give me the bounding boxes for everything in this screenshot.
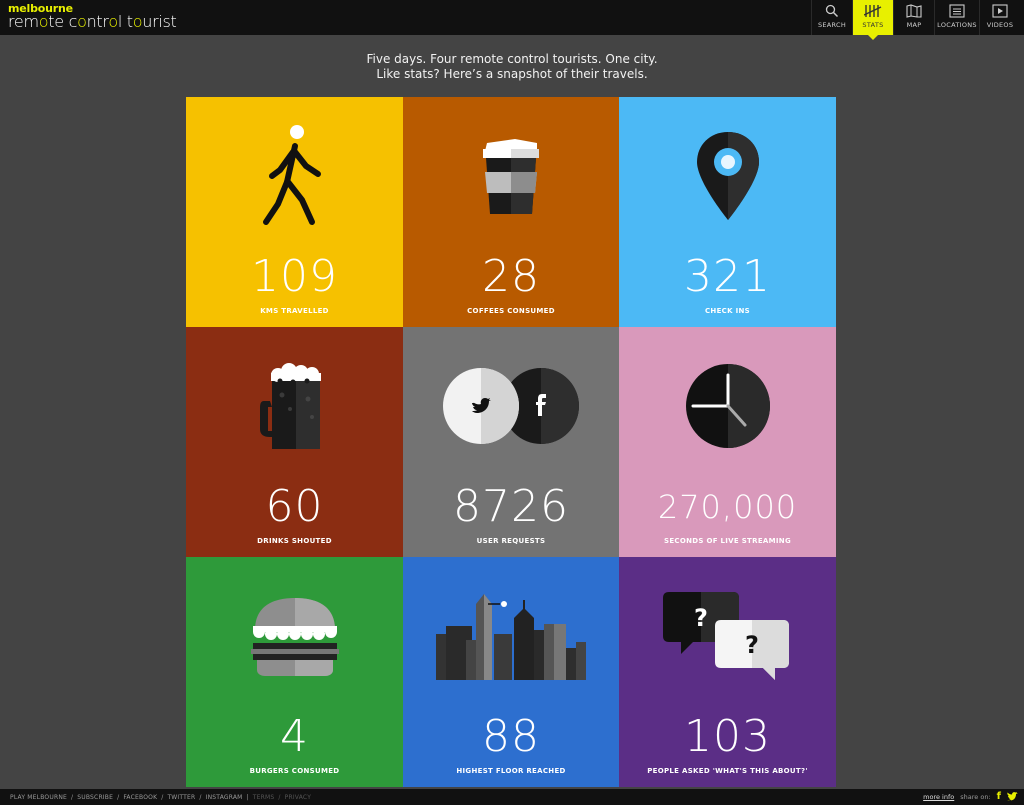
stat-value: 109 bbox=[251, 251, 338, 302]
logo-title: remote control tourist bbox=[8, 12, 177, 31]
stat-caption: KMS TRAVELLED bbox=[260, 307, 329, 315]
stat-caption: HIGHEST FLOOR REACHED bbox=[456, 767, 566, 775]
stat-tile-drinks: 60 DRINKS SHOUTED bbox=[186, 327, 403, 557]
list-icon bbox=[949, 4, 965, 18]
svg-text:?: ? bbox=[694, 604, 708, 632]
footer-share: more info share on: f bbox=[923, 791, 1018, 802]
stat-caption: USER REQUESTS bbox=[476, 537, 546, 545]
stat-tile-kms: 109 KMS TRAVELLED bbox=[186, 97, 403, 327]
footer: PLAY MELBOURNE / SUBSCRIBE / FACEBOOK / TWI… bbox=[0, 789, 1024, 805]
stats-icon bbox=[864, 5, 882, 17]
stat-tile-checkins: 321 CHECK INS bbox=[619, 97, 836, 327]
question-bubbles-icon: ? ? bbox=[662, 592, 789, 680]
svg-text:?: ? bbox=[745, 631, 759, 659]
stat-tile-highest-floor: 88 HIGHEST FLOOR REACHED bbox=[403, 557, 619, 787]
site-logo[interactable]: melbourne remote control tourist bbox=[8, 3, 177, 30]
stat-tile-people-asked: ? ? 103 PEOPLE ASKED 'WHAT'S THIS ABOUT?… bbox=[619, 557, 836, 787]
stat-value: 88 bbox=[482, 711, 540, 762]
stat-value: 4 bbox=[280, 711, 309, 762]
stat-value: 60 bbox=[265, 481, 324, 532]
stat-tile-coffees: 28 COFFEES CONSUMED bbox=[403, 97, 619, 327]
main-nav: SEARCH STATS MAP LOCATIONS VIDEOS bbox=[811, 0, 1020, 40]
play-icon bbox=[992, 4, 1008, 18]
footer-link-play[interactable]: PLAY MELBOURNE bbox=[10, 794, 67, 801]
stat-caption: PEOPLE ASKED 'WHAT'S THIS ABOUT?' bbox=[647, 767, 808, 775]
nav-videos[interactable]: VIDEOS bbox=[980, 0, 1020, 35]
twitter-facebook-icon bbox=[443, 368, 579, 444]
intro-line-2: Like stats? Here’s a snapshot of their t… bbox=[376, 67, 648, 81]
beer-mug-icon bbox=[259, 363, 321, 449]
intro-line-1: Five days. Four remote control tourists.… bbox=[366, 52, 658, 66]
coffee-cup-icon bbox=[483, 139, 539, 214]
nav-locations-label: LOCATIONS bbox=[937, 21, 977, 29]
nav-locations[interactable]: LOCATIONS bbox=[935, 0, 979, 35]
footer-links: PLAY MELBOURNE / SUBSCRIBE / FACEBOOK / TWI… bbox=[10, 794, 312, 801]
share-on-label: share on: bbox=[960, 792, 991, 801]
stat-value: 28 bbox=[482, 251, 540, 302]
location-pin-icon bbox=[696, 132, 759, 220]
stat-tile-user-requests: 8726 USER REQUESTS bbox=[403, 327, 619, 557]
stat-value: 321 bbox=[684, 251, 771, 302]
nav-search-label: SEARCH bbox=[817, 21, 847, 29]
stat-caption: SECONDS OF LIVE STREAMING bbox=[663, 537, 791, 545]
nav-map-label: MAP bbox=[906, 21, 922, 29]
twitter-share-icon[interactable] bbox=[1007, 791, 1018, 802]
stat-value: 270,000 bbox=[657, 488, 798, 526]
burger-icon bbox=[250, 598, 339, 676]
stats-grid: 109 KMS TRAVELLED 28 COFFEES CONSUMED 32… bbox=[186, 97, 836, 787]
top-bar: melbourne remote control tourist SEARCH … bbox=[0, 0, 1024, 40]
stat-caption: DRINKS SHOUTED bbox=[257, 537, 332, 545]
stat-tile-streaming: 270,000 SECONDS OF LIVE STREAMING bbox=[619, 327, 836, 557]
facebook-share-icon[interactable]: f bbox=[997, 791, 1001, 802]
stat-caption: COFFEES CONSUMED bbox=[467, 307, 555, 315]
stat-caption: BURGERS CONSUMED bbox=[249, 767, 340, 775]
footer-link-instagram[interactable]: INSTAGRAM bbox=[206, 794, 243, 801]
stat-caption: CHECK INS bbox=[705, 307, 750, 315]
footer-link-terms[interactable]: TERMS bbox=[253, 794, 275, 801]
nav-search[interactable]: SEARCH bbox=[812, 0, 852, 35]
search-icon bbox=[825, 4, 839, 18]
footer-link-subscribe[interactable]: SUBSCRIBE bbox=[77, 794, 113, 801]
nav-stats-label: STATS bbox=[862, 21, 884, 29]
more-info-link[interactable]: more info bbox=[923, 793, 954, 801]
footer-link-twitter[interactable]: TWITTER bbox=[167, 794, 195, 801]
clock-icon bbox=[685, 364, 770, 448]
map-icon bbox=[906, 4, 922, 18]
nav-stats[interactable]: STATS bbox=[853, 0, 893, 40]
footer-link-facebook[interactable]: FACEBOOK bbox=[123, 794, 157, 801]
city-skyline-icon bbox=[436, 594, 586, 680]
stat-value: 103 bbox=[684, 711, 771, 762]
stat-value: 8726 bbox=[453, 481, 569, 532]
stat-tile-burgers: 4 BURGERS CONSUMED bbox=[186, 557, 403, 787]
nav-videos-label: VIDEOS bbox=[986, 21, 1014, 29]
nav-map[interactable]: MAP bbox=[894, 0, 934, 35]
intro-text: Five days. Four remote control tourists.… bbox=[0, 52, 1024, 82]
walking-person-icon bbox=[262, 125, 321, 225]
footer-link-privacy[interactable]: PRIVACY bbox=[285, 794, 311, 801]
